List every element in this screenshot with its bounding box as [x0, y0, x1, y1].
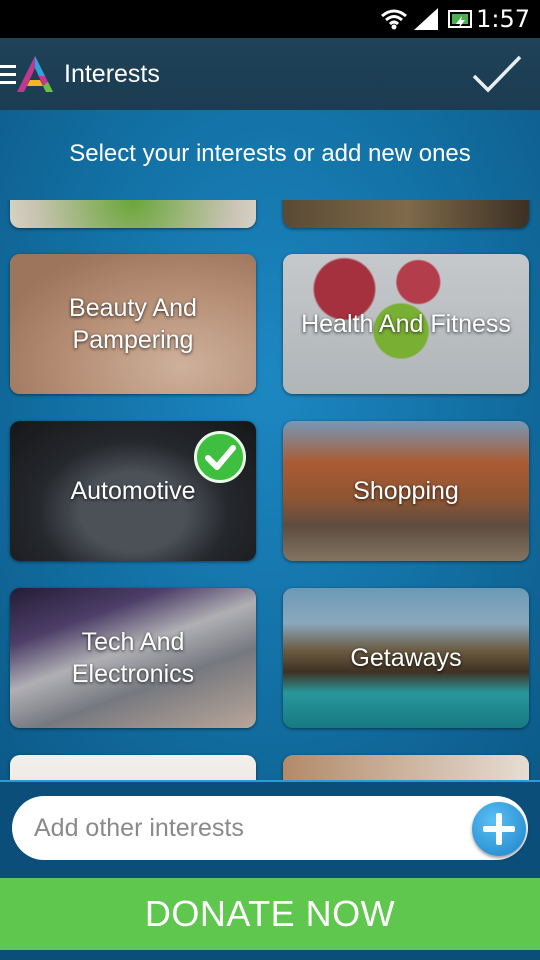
interest-label: Beauty And Pampering	[69, 294, 197, 354]
interest-tile-shopping[interactable]: Shopping	[283, 421, 529, 561]
interest-tile-beauty[interactable]: Beauty And Pampering	[10, 254, 256, 394]
interest-tile-partial[interactable]	[283, 755, 529, 780]
interest-label: Getaways	[350, 644, 462, 672]
checkmark-badge-icon	[205, 445, 236, 470]
bottom-strip	[0, 950, 540, 960]
interest-label: Health And Fitness	[301, 310, 511, 338]
add-interest-bar	[0, 780, 540, 878]
wifi-icon	[381, 9, 407, 30]
app-bar: Interests	[0, 38, 540, 110]
battery-icon	[448, 10, 472, 28]
interest-label: Shopping	[353, 477, 459, 505]
page-title: Interests	[64, 60, 160, 88]
interest-tile-partial[interactable]	[283, 200, 529, 228]
interest-tile-health[interactable]: Health And Fitness	[283, 254, 529, 394]
add-interest-input[interactable]	[12, 796, 528, 860]
interest-tile-food[interactable]	[10, 200, 256, 228]
interests-panel: Select your interests or add new ones Be…	[0, 110, 540, 780]
selected-badge	[194, 431, 246, 483]
interest-label: Tech And Electronics	[71, 628, 195, 688]
app-logo-icon	[17, 56, 53, 92]
signal-icon	[414, 8, 438, 30]
status-time: 1:57	[476, 5, 530, 33]
interest-tile-tech[interactable]: Tech And Electronics	[10, 588, 256, 728]
status-bar: 1:57	[0, 0, 540, 38]
check-icon[interactable]	[472, 54, 522, 94]
interest-tile-partial[interactable]	[10, 755, 256, 780]
plus-icon[interactable]	[472, 802, 526, 856]
interest-tile-automotive[interactable]: Automotive	[10, 421, 256, 561]
donate-button[interactable]: DONATE NOW	[0, 878, 540, 950]
instruction-text: Select your interests or add new ones	[69, 140, 471, 167]
interest-tile-getaways[interactable]: Getaways	[283, 588, 529, 728]
interest-grid: Beauty And Pampering Health And Fitness …	[0, 200, 540, 780]
